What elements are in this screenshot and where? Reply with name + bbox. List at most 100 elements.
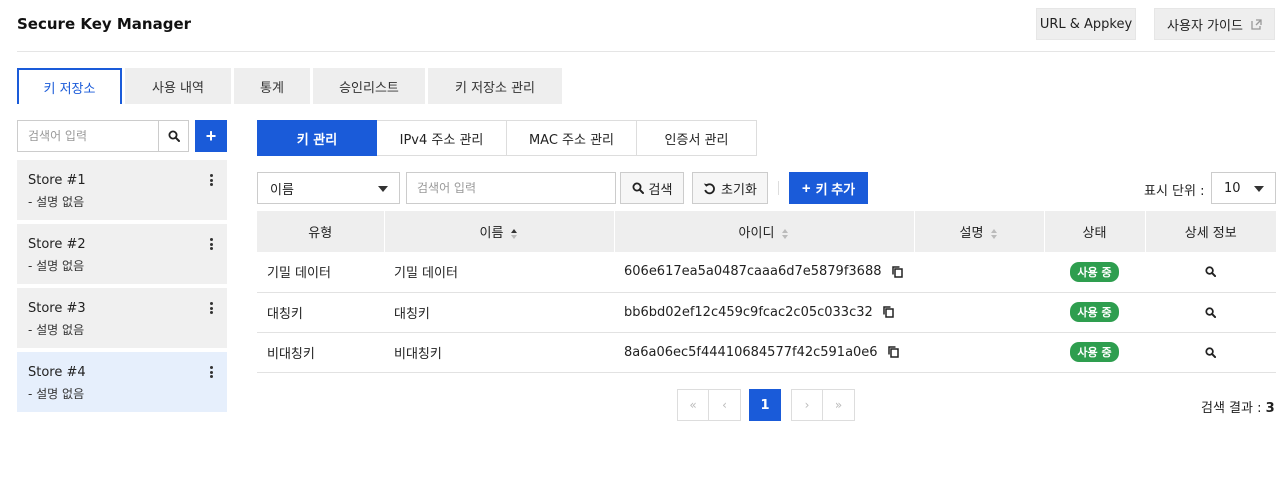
first-page-button[interactable]: « — [677, 389, 709, 421]
pagination-pages: 1 — [749, 389, 781, 421]
sub-tabs: 키 관리 IPv4 주소 관리 MAC 주소 관리 인증서 관리 — [257, 120, 757, 156]
column-id[interactable]: 아이디 — [614, 211, 915, 252]
store-description: - 설명 없음 — [28, 195, 85, 209]
search-field-select[interactable]: 이름 — [257, 172, 400, 204]
tab-key-management[interactable]: 키 관리 — [257, 120, 377, 156]
sort-icon[interactable] — [782, 228, 789, 239]
store-name: Store #4 — [28, 365, 86, 380]
toolbar-divider — [778, 181, 779, 195]
tab-certificate-management[interactable]: 인증서 관리 — [637, 120, 757, 156]
more-vertical-icon[interactable] — [207, 300, 215, 316]
page-size-select[interactable]: 10 — [1211, 172, 1276, 204]
cell-detail — [1145, 252, 1276, 293]
tab-usage-history[interactable]: 사용 내역 — [125, 68, 231, 104]
store-name: Store #1 — [28, 173, 86, 188]
reset-button-label: 초기화 — [721, 182, 757, 198]
search-icon[interactable] — [1205, 346, 1216, 358]
page-size-value: 10 — [1224, 180, 1241, 196]
user-guide-label: 사용자 가이드 — [1167, 18, 1243, 34]
cell-status: 사용 중 — [1044, 292, 1145, 333]
cell-name: 비대칭키 — [384, 332, 614, 373]
store-search-button[interactable] — [158, 120, 189, 152]
reset-button[interactable]: 초기화 — [692, 172, 768, 204]
external-link-icon — [1251, 18, 1262, 30]
result-count: 검색 결과 : 3 — [1201, 397, 1275, 416]
store-name: Store #2 — [28, 237, 86, 252]
tab-key-store[interactable]: 키 저장소 — [17, 68, 122, 104]
search-button[interactable]: 검색 — [620, 172, 684, 204]
store-description: - 설명 없음 — [28, 323, 85, 337]
more-vertical-icon[interactable] — [207, 172, 215, 188]
cell-type: 대칭키 — [257, 292, 384, 333]
cell-id: bb6bd02ef12c459c9fcac2c05c033c32 — [614, 292, 914, 333]
key-search-input[interactable] — [406, 172, 616, 204]
result-count-label: 검색 결과 : — [1201, 401, 1262, 416]
store-item-1[interactable]: Store #1 - 설명 없음 — [17, 160, 227, 220]
next-page-button[interactable]: › — [791, 389, 823, 421]
prev-page-button[interactable]: ‹ — [709, 389, 741, 421]
search-button-label: 검색 — [648, 182, 673, 198]
cell-detail — [1145, 292, 1276, 333]
caret-down-icon — [378, 186, 388, 192]
add-key-button[interactable]: + 키 추가 — [789, 172, 868, 204]
search-icon[interactable] — [1205, 306, 1216, 318]
status-badge: 사용 중 — [1070, 261, 1119, 282]
caret-down-icon — [1254, 186, 1264, 192]
status-badge: 사용 중 — [1070, 302, 1119, 322]
store-description: - 설명 없음 — [28, 387, 85, 401]
cell-description — [914, 252, 1044, 293]
cell-type: 기밀 데이터 — [257, 252, 384, 293]
cell-id: 606e617ea5a0487caaa6d7e5879f3688 — [614, 252, 914, 293]
more-vertical-icon[interactable] — [207, 364, 215, 380]
cell-description — [914, 292, 1044, 333]
store-name: Store #3 — [28, 301, 86, 316]
search-icon — [632, 182, 644, 194]
status-badge: 사용 중 — [1070, 342, 1119, 362]
store-description: - 설명 없음 — [28, 259, 85, 273]
user-guide-button[interactable]: 사용자 가이드 — [1154, 8, 1275, 40]
table-row: 비대칭키 비대칭키 8a6a06ec5f44410684577f42c591a0… — [257, 332, 1276, 373]
sort-icon[interactable] — [511, 228, 518, 239]
cell-name: 대칭키 — [384, 292, 614, 333]
column-type: 유형 — [257, 211, 385, 252]
add-key-label: 키 추가 — [815, 181, 856, 197]
column-detail: 상세 정보 — [1145, 211, 1276, 252]
cell-type: 비대칭키 — [257, 332, 384, 373]
last-page-button[interactable]: » — [823, 389, 855, 421]
copy-icon[interactable] — [891, 266, 903, 278]
store-item-2[interactable]: Store #2 - 설명 없음 — [17, 224, 227, 284]
plus-icon: + — [801, 179, 811, 197]
page-size-label: 표시 단위 : — [1144, 184, 1205, 199]
url-appkey-button[interactable]: URL & Appkey — [1036, 8, 1136, 40]
cell-id: 8a6a06ec5f44410684577f42c591a0e6 — [614, 332, 914, 373]
tab-mac-management[interactable]: MAC 주소 관리 — [507, 120, 637, 156]
sort-icon[interactable] — [991, 228, 998, 239]
table-row: 대칭키 대칭키 bb6bd02ef12c459c9fcac2c05c033c32… — [257, 292, 1276, 333]
page-button-1[interactable]: 1 — [749, 389, 781, 421]
copy-icon[interactable] — [887, 346, 899, 358]
column-status: 상태 — [1044, 211, 1146, 252]
search-icon[interactable] — [1205, 266, 1216, 278]
tab-ipv4-management[interactable]: IPv4 주소 관리 — [377, 120, 507, 156]
pagination-next-group: › » — [791, 389, 855, 421]
copy-icon[interactable] — [883, 306, 894, 318]
pagination-prev-group: « ‹ — [677, 389, 741, 421]
cell-name: 기밀 데이터 — [384, 252, 614, 293]
store-item-3[interactable]: Store #3 - 설명 없음 — [17, 288, 227, 348]
store-item-4[interactable]: Store #4 - 설명 없음 — [17, 352, 227, 412]
search-icon — [168, 130, 180, 142]
key-id: 8a6a06ec5f44410684577f42c591a0e6 — [624, 344, 878, 360]
add-store-button[interactable]: + — [195, 120, 227, 152]
cell-status: 사용 중 — [1044, 332, 1145, 373]
store-search-input[interactable] — [17, 120, 159, 152]
main-tabs: 키 저장소 사용 내역 통계 승인리스트 키 저장소 관리 — [17, 68, 565, 104]
app-header: Secure Key Manager URL & Appkey 사용자 가이드 — [17, 0, 1275, 52]
column-description[interactable]: 설명 — [914, 211, 1045, 252]
tab-statistics[interactable]: 통계 — [234, 68, 310, 104]
keys-table: 유형 이름 아이디 설명 상태 상세 정보 기밀 데이터 기밀 데이터 606e… — [257, 211, 1276, 373]
refresh-icon — [703, 182, 715, 194]
tab-approval-list[interactable]: 승인리스트 — [313, 68, 425, 104]
column-name[interactable]: 이름 — [384, 211, 615, 252]
more-vertical-icon[interactable] — [207, 236, 215, 252]
tab-key-store-management[interactable]: 키 저장소 관리 — [428, 68, 562, 104]
